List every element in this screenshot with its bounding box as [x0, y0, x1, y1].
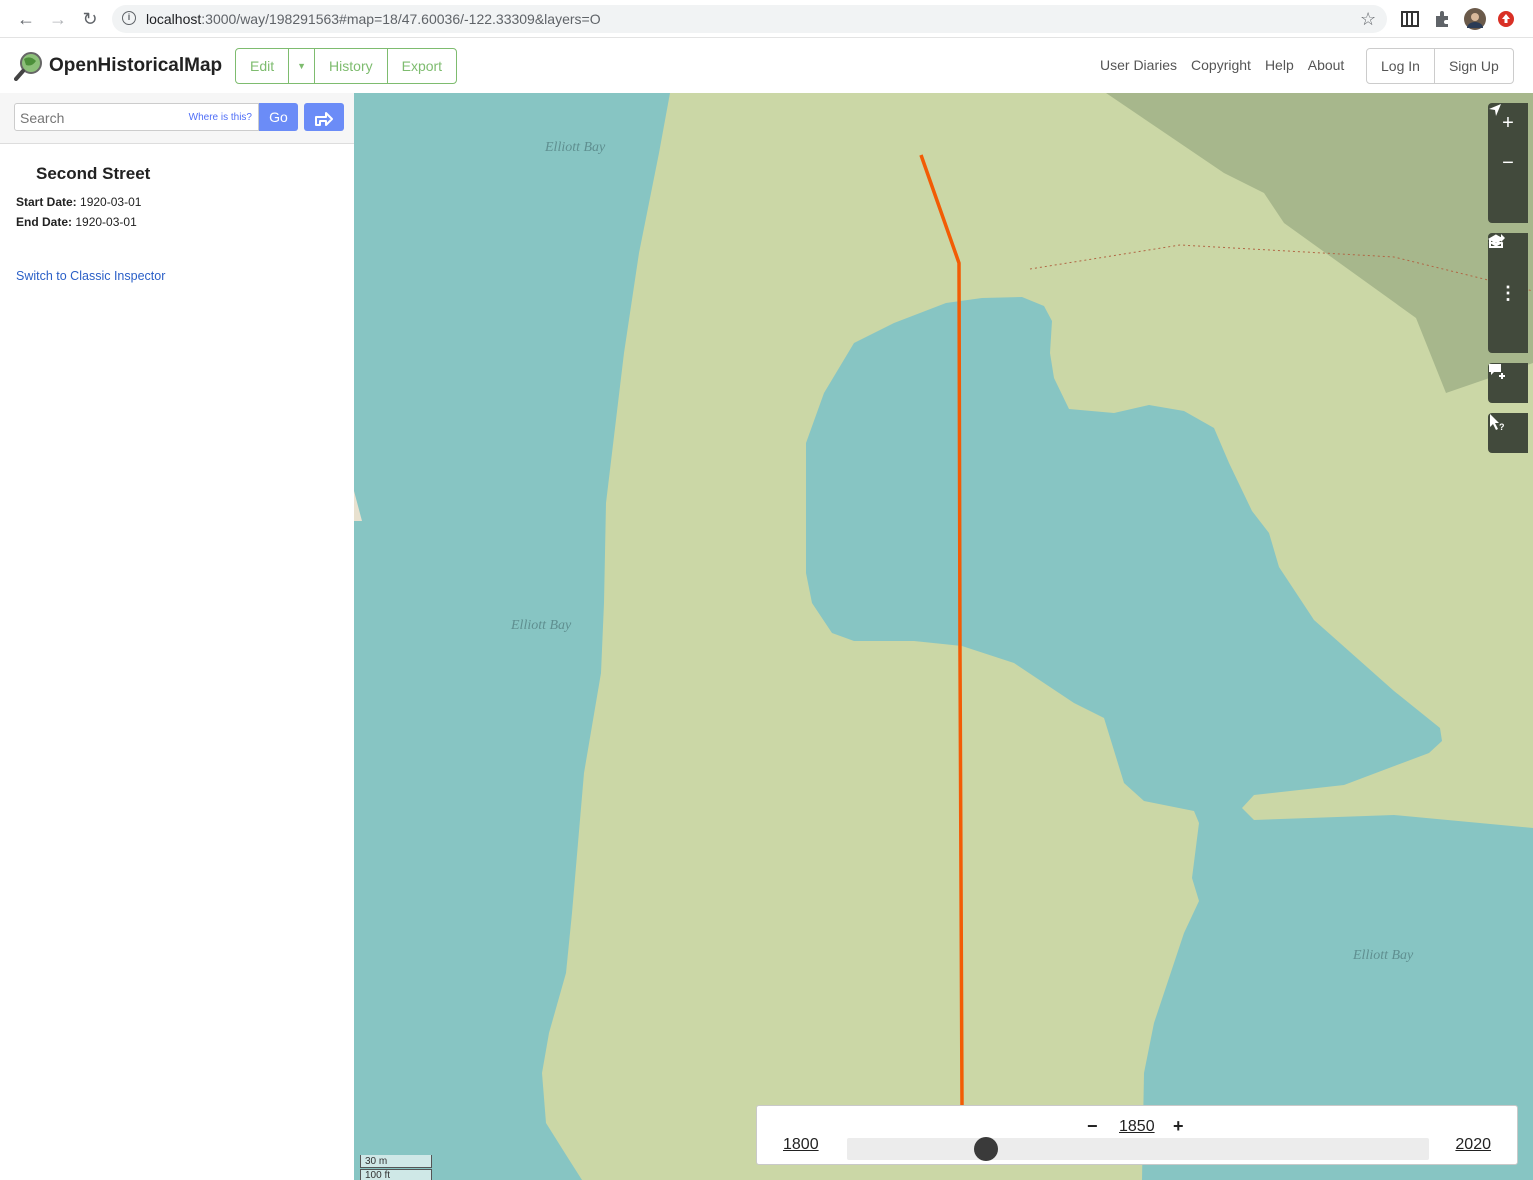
- range-end-year[interactable]: 2020: [1455, 1136, 1491, 1154]
- go-button[interactable]: Go: [259, 103, 298, 131]
- nav-copyright[interactable]: Copyright: [1191, 57, 1251, 73]
- decrement-year-button[interactable]: −: [1087, 1116, 1098, 1137]
- end-date-label: End Date:: [16, 215, 73, 229]
- export-button[interactable]: Export: [388, 49, 456, 83]
- profile-avatar[interactable]: [1464, 8, 1486, 30]
- extension-columns-icon[interactable]: [1401, 10, 1419, 28]
- update-icon[interactable]: [1497, 10, 1515, 28]
- site-header: OpenHistoricalMap Edit ▼ History Export …: [0, 38, 1533, 93]
- secondary-nav: User Diaries Copyright Help About: [1100, 57, 1358, 73]
- scale-bar: 30 m 100 ft: [360, 1155, 434, 1180]
- directions-icon: [315, 112, 333, 126]
- address-bar[interactable]: i localhost:3000/way/198291563#map=18/47…: [112, 5, 1387, 33]
- reload-icon[interactable]: ↻: [78, 7, 102, 31]
- scale-metric: 30 m: [360, 1155, 432, 1168]
- time-slider: − 1850 + 1800 2020: [756, 1105, 1518, 1165]
- bookmark-star-icon[interactable]: ☆: [1360, 9, 1376, 30]
- panel-controls: ⋮: [1488, 233, 1528, 353]
- end-date-value: 1920-03-01: [75, 215, 137, 229]
- forward-icon[interactable]: →: [46, 7, 70, 31]
- history-button[interactable]: History: [315, 49, 388, 83]
- start-date-label: Start Date:: [16, 195, 77, 209]
- water-label-elliott-bay: Elliott Bay: [1353, 948, 1414, 963]
- land-sliver: [354, 491, 362, 521]
- range-start-year[interactable]: 1800: [783, 1136, 819, 1154]
- nav-help[interactable]: Help: [1265, 57, 1294, 73]
- edit-history-export-group: Edit ▼ History Export: [235, 48, 458, 84]
- year-slider-thumb[interactable]: [974, 1137, 998, 1161]
- map-layer: [354, 93, 1533, 1180]
- directions-button[interactable]: [304, 103, 344, 131]
- switch-classic-inspector-link[interactable]: Switch to Classic Inspector: [16, 269, 165, 283]
- scale-imperial: 100 ft: [360, 1169, 432, 1180]
- where-is-this-link[interactable]: Where is this?: [189, 112, 252, 123]
- start-date-row: Start Date: 1920-03-01: [16, 195, 141, 209]
- search-field[interactable]: Where is this?: [14, 103, 259, 131]
- svg-text:?: ?: [1499, 422, 1505, 431]
- note-icon[interactable]: [1488, 363, 1528, 403]
- feature-title: Second Street: [36, 164, 151, 183]
- query-icon[interactable]: ?: [1488, 413, 1528, 453]
- nav-user-diaries[interactable]: User Diaries: [1100, 57, 1177, 73]
- url-text[interactable]: localhost:3000/way/198291563#map=18/47.6…: [146, 11, 601, 27]
- increment-year-button[interactable]: +: [1173, 1116, 1184, 1137]
- zoom-controls: + −: [1488, 103, 1528, 223]
- back-icon[interactable]: ←: [14, 7, 38, 31]
- zoom-out-icon[interactable]: −: [1488, 143, 1528, 183]
- map-canvas[interactable]: Elliott Bay Elliott Bay Elliott Bay + − …: [354, 93, 1533, 1180]
- water-label-elliott-bay: Elliott Bay: [545, 140, 606, 155]
- search-bar: Where is this? Go: [0, 93, 354, 144]
- year-slider-track[interactable]: [847, 1137, 1429, 1161]
- extensions-puzzle-icon[interactable]: [1433, 10, 1451, 28]
- water-label-elliott-bay: Elliott Bay: [511, 618, 572, 633]
- edit-button[interactable]: Edit: [236, 49, 290, 83]
- sidebar: Where is this? Go Second Street Start Da…: [0, 93, 354, 1180]
- end-date-row: End Date: 1920-03-01: [16, 215, 137, 229]
- site-info-icon[interactable]: i: [122, 11, 136, 25]
- signup-button[interactable]: Sign Up: [1435, 49, 1513, 83]
- locate-icon[interactable]: [1488, 104, 1528, 223]
- start-date-value: 1920-03-01: [80, 195, 142, 209]
- info-icon[interactable]: ⋮: [1488, 273, 1528, 313]
- note-control: [1488, 363, 1528, 403]
- login-button[interactable]: Log In: [1367, 49, 1435, 83]
- current-year-value[interactable]: 1850: [1119, 1118, 1155, 1136]
- logo-icon[interactable]: [14, 51, 44, 81]
- nav-about[interactable]: About: [1308, 57, 1345, 73]
- share-icon[interactable]: [1488, 234, 1528, 353]
- browser-toolbar: ← → ↻ i localhost:3000/way/198291563#map…: [0, 0, 1533, 38]
- site-name[interactable]: OpenHistoricalMap: [49, 55, 222, 77]
- query-control: ?: [1488, 413, 1528, 453]
- search-input[interactable]: [20, 110, 180, 126]
- edit-dropdown-chevron-icon[interactable]: ▼: [289, 49, 316, 83]
- auth-group: Log In Sign Up: [1366, 48, 1514, 84]
